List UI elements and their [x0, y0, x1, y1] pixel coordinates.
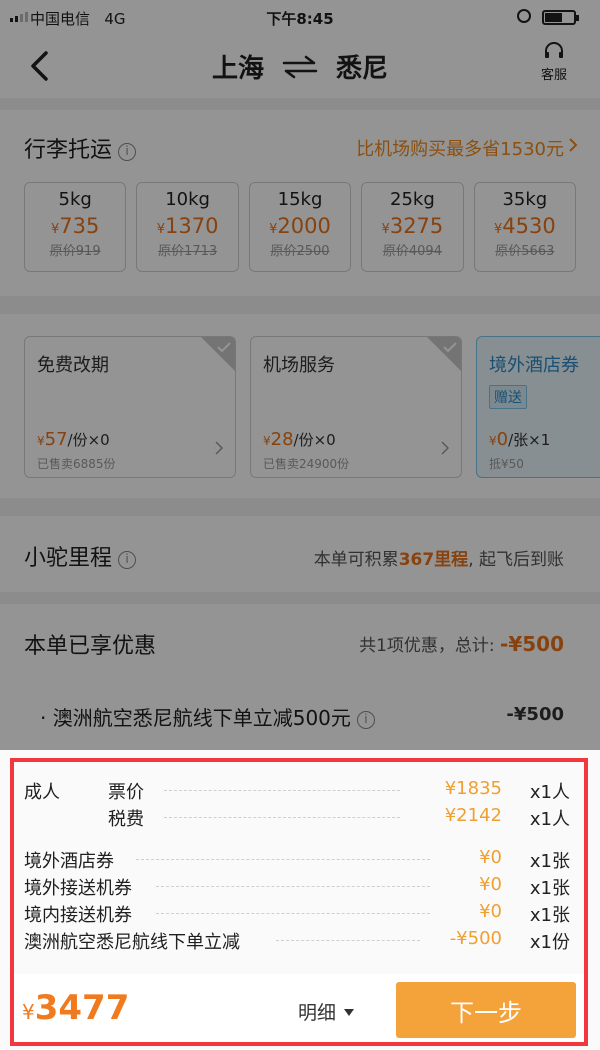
booking-page: 中国电信 4G 下午8:45 上海 悉尼 客服 行李托运 i 比机场购买最多省1… [0, 0, 600, 1050]
breakdown-row-hotel-voucher: 境外酒店券 ¥0 x1张 [24, 847, 570, 873]
adult-label: 成人 [24, 778, 68, 804]
breakdown-row-domestic-transfer: 境内接送机券 ¥0 x1张 [24, 901, 570, 927]
detail-toggle[interactable]: 明细 [298, 998, 355, 1025]
caret-down-icon [344, 1009, 355, 1016]
checkout-footer: ¥3477 明细 下一步 [14, 974, 584, 1042]
total-price: ¥3477 [22, 988, 130, 1028]
next-step-button[interactable]: 下一步 [396, 982, 576, 1038]
modal-backdrop[interactable] [0, 0, 600, 750]
breakdown-row-overseas-transfer: 境外接送机券 ¥0 x1张 [24, 874, 570, 900]
breakdown-row-fare: 成人 票价 ¥1835 x1人 [24, 778, 570, 804]
breakdown-row-tax: 税费 ¥2142 x1人 [108, 805, 570, 831]
breakdown-row-discount: 澳洲航空悉尼航线下单立减 -¥500 x1份 [24, 928, 570, 954]
